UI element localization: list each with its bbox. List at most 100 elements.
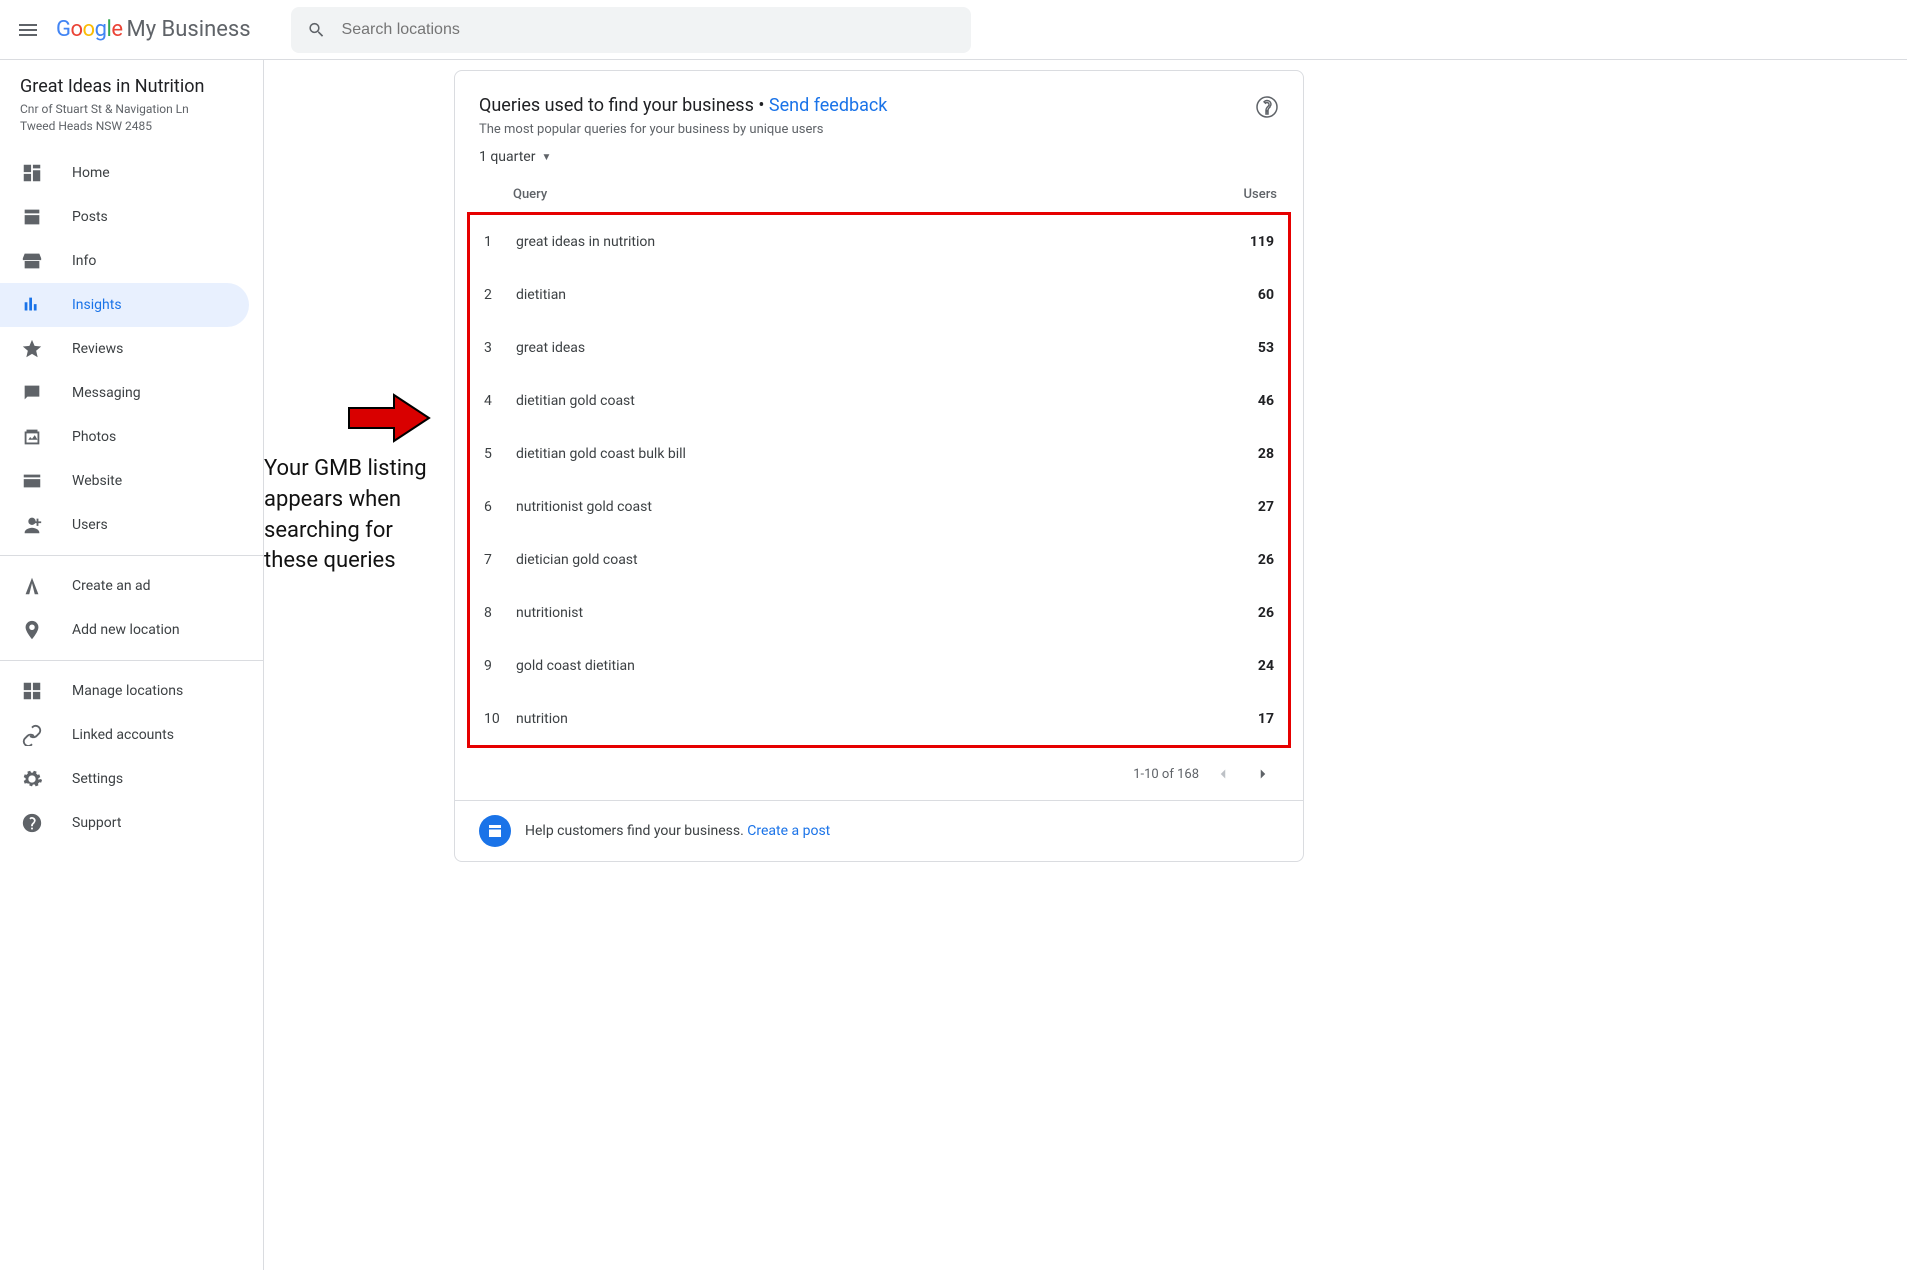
sidebar-item-label: Add new location (72, 622, 180, 638)
row-query: dietitian gold coast (516, 393, 1194, 409)
pager: 1-10 of 168 (455, 748, 1303, 800)
search-input[interactable] (342, 21, 955, 39)
card-title-sep: • (754, 95, 769, 116)
posts-icon (20, 205, 44, 229)
table-row: 5dietitian gold coast bulk bill28 (470, 427, 1288, 480)
period-selector[interactable]: 1 quarter ▼ (455, 149, 1303, 177)
logo[interactable]: Google My Business (56, 17, 251, 42)
card-header: Queries used to find your business • Sen… (455, 71, 1303, 149)
table-row: 4dietitian gold coast46 (470, 374, 1288, 427)
sidebar-item-add-location[interactable]: Add new location (0, 608, 263, 652)
row-query: nutritionist (516, 605, 1194, 621)
sidebar-item-support[interactable]: Support (0, 801, 263, 845)
sidebar-item-label: Home (72, 165, 110, 181)
annotation-text: Your GMB listing appears when searching … (264, 454, 444, 577)
row-query: dietitian gold coast bulk bill (516, 446, 1194, 462)
highlighted-region: 1great ideas in nutrition119 2dietitian6… (467, 212, 1291, 748)
row-users: 17 (1194, 711, 1274, 727)
row-rank: 8 (484, 605, 516, 621)
col-rank (481, 187, 513, 202)
sidebar-item-label: Support (72, 815, 121, 831)
chevron-left-icon (1214, 765, 1232, 783)
row-rank: 6 (484, 499, 516, 515)
dashboard-icon (20, 161, 44, 185)
nav-divider (0, 555, 263, 556)
row-query: gold coast dietitian (516, 658, 1194, 674)
row-users: 26 (1194, 552, 1274, 568)
main-content: Your GMB listing appears when searching … (264, 60, 1907, 1270)
search-icon (307, 20, 326, 40)
period-label: 1 quarter (479, 149, 535, 165)
sidebar-item-reviews[interactable]: Reviews (0, 327, 263, 371)
col-users-label: Users (1197, 187, 1277, 202)
hamburger-menu-button[interactable] (16, 18, 40, 42)
sidebar-item-insights[interactable]: Insights (0, 283, 249, 327)
grid-icon (20, 679, 44, 703)
business-name: Great Ideas in Nutrition (20, 76, 243, 97)
row-users: 24 (1194, 658, 1274, 674)
row-users: 28 (1194, 446, 1274, 462)
arrow-icon (344, 390, 434, 446)
table-header: Query Users (467, 177, 1291, 212)
sidebar-item-label: Settings (72, 771, 123, 787)
link-icon (20, 723, 44, 747)
help-icon (20, 811, 44, 835)
sidebar-item-label: Messaging (72, 385, 141, 401)
sidebar-item-create-ad[interactable]: Create an ad (0, 564, 263, 608)
search-box[interactable] (291, 7, 971, 53)
sidebar-item-home[interactable]: Home (0, 151, 263, 195)
table-row: 1great ideas in nutrition119 (470, 215, 1288, 268)
sidebar-item-settings[interactable]: Settings (0, 757, 263, 801)
business-address-line1: Cnr of Stuart St & Navigation Ln (20, 101, 243, 118)
table-row: 7dietician gold coast26 (470, 533, 1288, 586)
card-title-text: Queries used to find your business (479, 95, 754, 116)
sidebar-item-messaging[interactable]: Messaging (0, 371, 263, 415)
row-query: nutritionist gold coast (516, 499, 1194, 515)
row-users: 53 (1194, 340, 1274, 356)
insights-icon (20, 293, 44, 317)
pager-text: 1-10 of 168 (1133, 767, 1199, 782)
row-users: 60 (1194, 287, 1274, 303)
row-query: nutrition (516, 711, 1194, 727)
business-address-line2: Tweed Heads NSW 2485 (20, 118, 243, 135)
row-users: 119 (1194, 234, 1274, 250)
sidebar-item-label: Reviews (72, 341, 123, 357)
sidebar-item-users[interactable]: Users (0, 503, 263, 547)
storefront-icon (20, 249, 44, 273)
create-post-link[interactable]: Create a post (747, 823, 830, 839)
business-header: Great Ideas in Nutrition Cnr of Stuart S… (0, 76, 263, 151)
website-icon (20, 469, 44, 493)
table-row: 3great ideas53 (470, 321, 1288, 374)
row-rank: 9 (484, 658, 516, 674)
card-title: Queries used to find your business • Sen… (479, 95, 1279, 116)
sidebar-item-posts[interactable]: Posts (0, 195, 263, 239)
row-query: great ideas in nutrition (516, 234, 1194, 250)
topbar: Google My Business (0, 0, 1907, 60)
ads-icon (20, 574, 44, 598)
footer-text: Help customers find your business. (525, 823, 747, 839)
card-footer: Help customers find your business. Creat… (455, 800, 1303, 861)
sidebar: Great Ideas in Nutrition Cnr of Stuart S… (0, 60, 264, 1270)
sidebar-item-info[interactable]: Info (0, 239, 263, 283)
table-row: 2dietitian60 (470, 268, 1288, 321)
col-query-label: Query (513, 187, 1197, 202)
send-feedback-link[interactable]: Send feedback (769, 95, 888, 116)
help-icon (1255, 95, 1279, 119)
prev-page-button[interactable] (1207, 758, 1239, 790)
gear-icon (20, 767, 44, 791)
card-help-button[interactable] (1255, 95, 1279, 119)
sidebar-item-photos[interactable]: Photos (0, 415, 263, 459)
row-rank: 5 (484, 446, 516, 462)
sidebar-item-linked-accounts[interactable]: Linked accounts (0, 713, 263, 757)
sidebar-item-website[interactable]: Website (0, 459, 263, 503)
queries-table: Query Users 1great ideas in nutrition119… (455, 177, 1303, 748)
product-name: My Business (126, 17, 250, 42)
row-users: 26 (1194, 605, 1274, 621)
next-page-button[interactable] (1247, 758, 1279, 790)
table-row: 6nutritionist gold coast27 (470, 480, 1288, 533)
chevron-right-icon (1254, 765, 1272, 783)
sidebar-item-label: Create an ad (72, 578, 151, 594)
sidebar-item-manage-locations[interactable]: Manage locations (0, 669, 263, 713)
post-icon (486, 822, 504, 840)
sidebar-item-label: Insights (72, 297, 122, 313)
